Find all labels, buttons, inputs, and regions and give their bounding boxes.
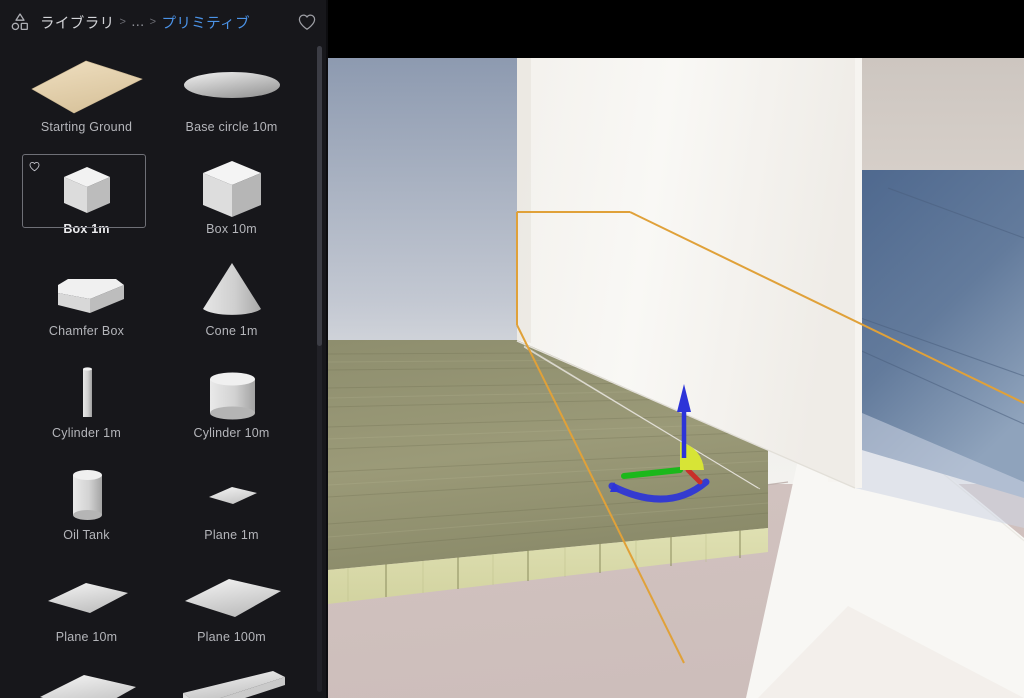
item-thumbnail [162, 560, 302, 632]
item-thumbnail [162, 254, 302, 326]
item-label: Plane 100m [197, 630, 266, 644]
item-thumbnail [162, 662, 302, 698]
item-thumbnail [17, 662, 157, 698]
viewport-letterbox [328, 0, 1024, 58]
item-label: Plane 1m [204, 528, 259, 542]
item-thumbnail [162, 50, 302, 122]
library-item[interactable]: Box 1m [14, 150, 159, 252]
item-label: Cylinder 10m [193, 426, 270, 440]
library-item[interactable]: Cone 1m [159, 252, 304, 354]
breadcrumb-current[interactable]: プリミティブ [161, 12, 250, 33]
item-label: Base circle 10m [185, 120, 278, 134]
item-label: Oil Tank [63, 528, 110, 542]
app-root: ライブラリ > ... > プリミティブ Starting Ground Bas… [0, 0, 1024, 698]
library-item[interactable]: Cylinder 10m [159, 354, 304, 456]
item-thumbnail [17, 356, 157, 428]
breadcrumb[interactable]: ライブラリ > ... > プリミティブ [40, 12, 296, 33]
library-item[interactable]: Box 10m [159, 150, 304, 252]
library-item[interactable]: Cylinder 1m [14, 354, 159, 456]
shapes-icon [8, 10, 32, 34]
item-thumbnail [17, 50, 157, 122]
library-grid[interactable]: Starting Ground Base circle 10m Box 1m B… [0, 44, 328, 698]
library-item[interactable]: Plane 10m [14, 558, 159, 660]
library-scrollbar-track[interactable] [317, 46, 322, 692]
3d-viewport[interactable] [328, 0, 1024, 698]
library-item[interactable]: Starting Ground [14, 48, 159, 150]
library-item[interactable] [159, 660, 304, 698]
breadcrumb-separator-2: > [149, 16, 157, 28]
item-thumbnail [17, 560, 157, 632]
library-item[interactable]: Plane 100m [159, 558, 304, 660]
heart-icon[interactable] [296, 11, 318, 33]
breadcrumb-ellipsis[interactable]: ... [131, 14, 144, 30]
item-label: Box 1m [63, 222, 110, 236]
item-label: Chamfer Box [48, 324, 125, 338]
library-scrollbar-thumb[interactable] [317, 46, 322, 346]
breadcrumb-separator-1: > [119, 16, 127, 28]
library-item[interactable]: Plane 1m [159, 456, 304, 558]
item-thumbnail [17, 458, 157, 530]
viewport-scene[interactable] [328, 58, 1024, 698]
library-panel: ライブラリ > ... > プリミティブ Starting Ground Bas… [0, 0, 328, 698]
library-header: ライブラリ > ... > プリミティブ [0, 0, 328, 44]
item-thumbnail [162, 356, 302, 428]
item-label: Cylinder 1m [52, 426, 121, 440]
favorite-heart-icon[interactable] [28, 160, 41, 173]
item-thumbnail [162, 152, 302, 224]
item-label: Box 10m [206, 222, 257, 236]
item-thumbnail [17, 254, 157, 326]
library-item[interactable]: Chamfer Box [14, 252, 159, 354]
item-label: Cone 1m [205, 324, 258, 338]
library-item[interactable] [14, 660, 159, 698]
library-item[interactable]: Base circle 10m [159, 48, 304, 150]
breadcrumb-root[interactable]: ライブラリ [40, 12, 115, 33]
item-thumbnail [162, 458, 302, 530]
item-label: Plane 10m [55, 630, 118, 644]
scene-render [328, 58, 1024, 698]
item-label: Starting Ground [40, 120, 133, 134]
library-item[interactable]: Oil Tank [14, 456, 159, 558]
